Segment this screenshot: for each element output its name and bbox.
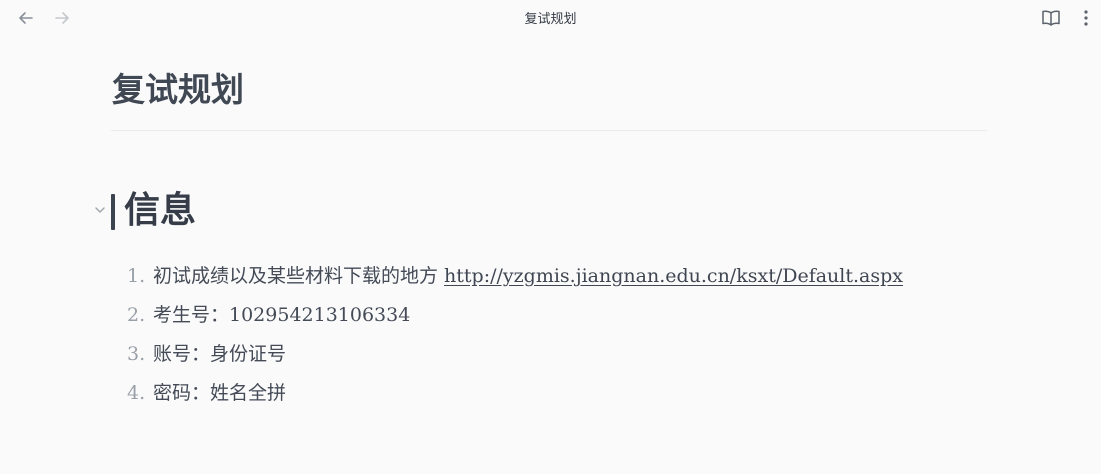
view-header-title[interactable]: 复试规划 — [0, 8, 1101, 27]
more-vertical-icon — [1083, 9, 1089, 27]
section-heading-row: 信息 — [95, 189, 987, 235]
heading-marker — [111, 194, 115, 230]
list-item-text: 密码：姓名全拼 — [153, 382, 287, 404]
list-item[interactable]: 1. 初试成绩以及某些材料下载的地方 http://yzgmis.jiangna… — [111, 257, 987, 296]
download-link[interactable]: http://yzgmis.jiangnan.edu.cn/ksxt/Defau… — [444, 265, 903, 287]
note-content: 复试规划 信息 1. 初试成绩以及某些材料下载的地方 http://yzgmis… — [95, 60, 987, 413]
reading-view-button[interactable] — [1039, 6, 1063, 30]
view-header: 复试规划 — [0, 0, 1101, 36]
list-item[interactable]: 4. 密码：姓名全拼 — [111, 374, 987, 413]
chevron-down-icon[interactable] — [93, 203, 107, 217]
list-number: 3. — [127, 343, 146, 365]
info-list: 1. 初试成绩以及某些材料下载的地方 http://yzgmis.jiangna… — [111, 257, 987, 413]
list-item[interactable]: 2. 考生号：102954213106334 — [111, 296, 987, 335]
list-item[interactable]: 3. 账号：身份证号 — [111, 335, 987, 374]
list-number: 4. — [127, 382, 146, 404]
title-divider — [111, 130, 987, 131]
note-title[interactable]: 复试规划 — [111, 60, 987, 120]
section-heading[interactable]: 信息 — [124, 189, 196, 233]
list-item-text: 初试成绩以及某些材料下载的地方 — [153, 265, 445, 287]
book-open-icon — [1041, 9, 1061, 27]
list-number: 1. — [127, 265, 146, 287]
more-options-button[interactable] — [1076, 6, 1096, 30]
list-number: 2. — [127, 304, 146, 326]
list-item-text: 账号：身份证号 — [153, 343, 287, 365]
list-item-text: 考生号：102954213106334 — [153, 304, 411, 326]
